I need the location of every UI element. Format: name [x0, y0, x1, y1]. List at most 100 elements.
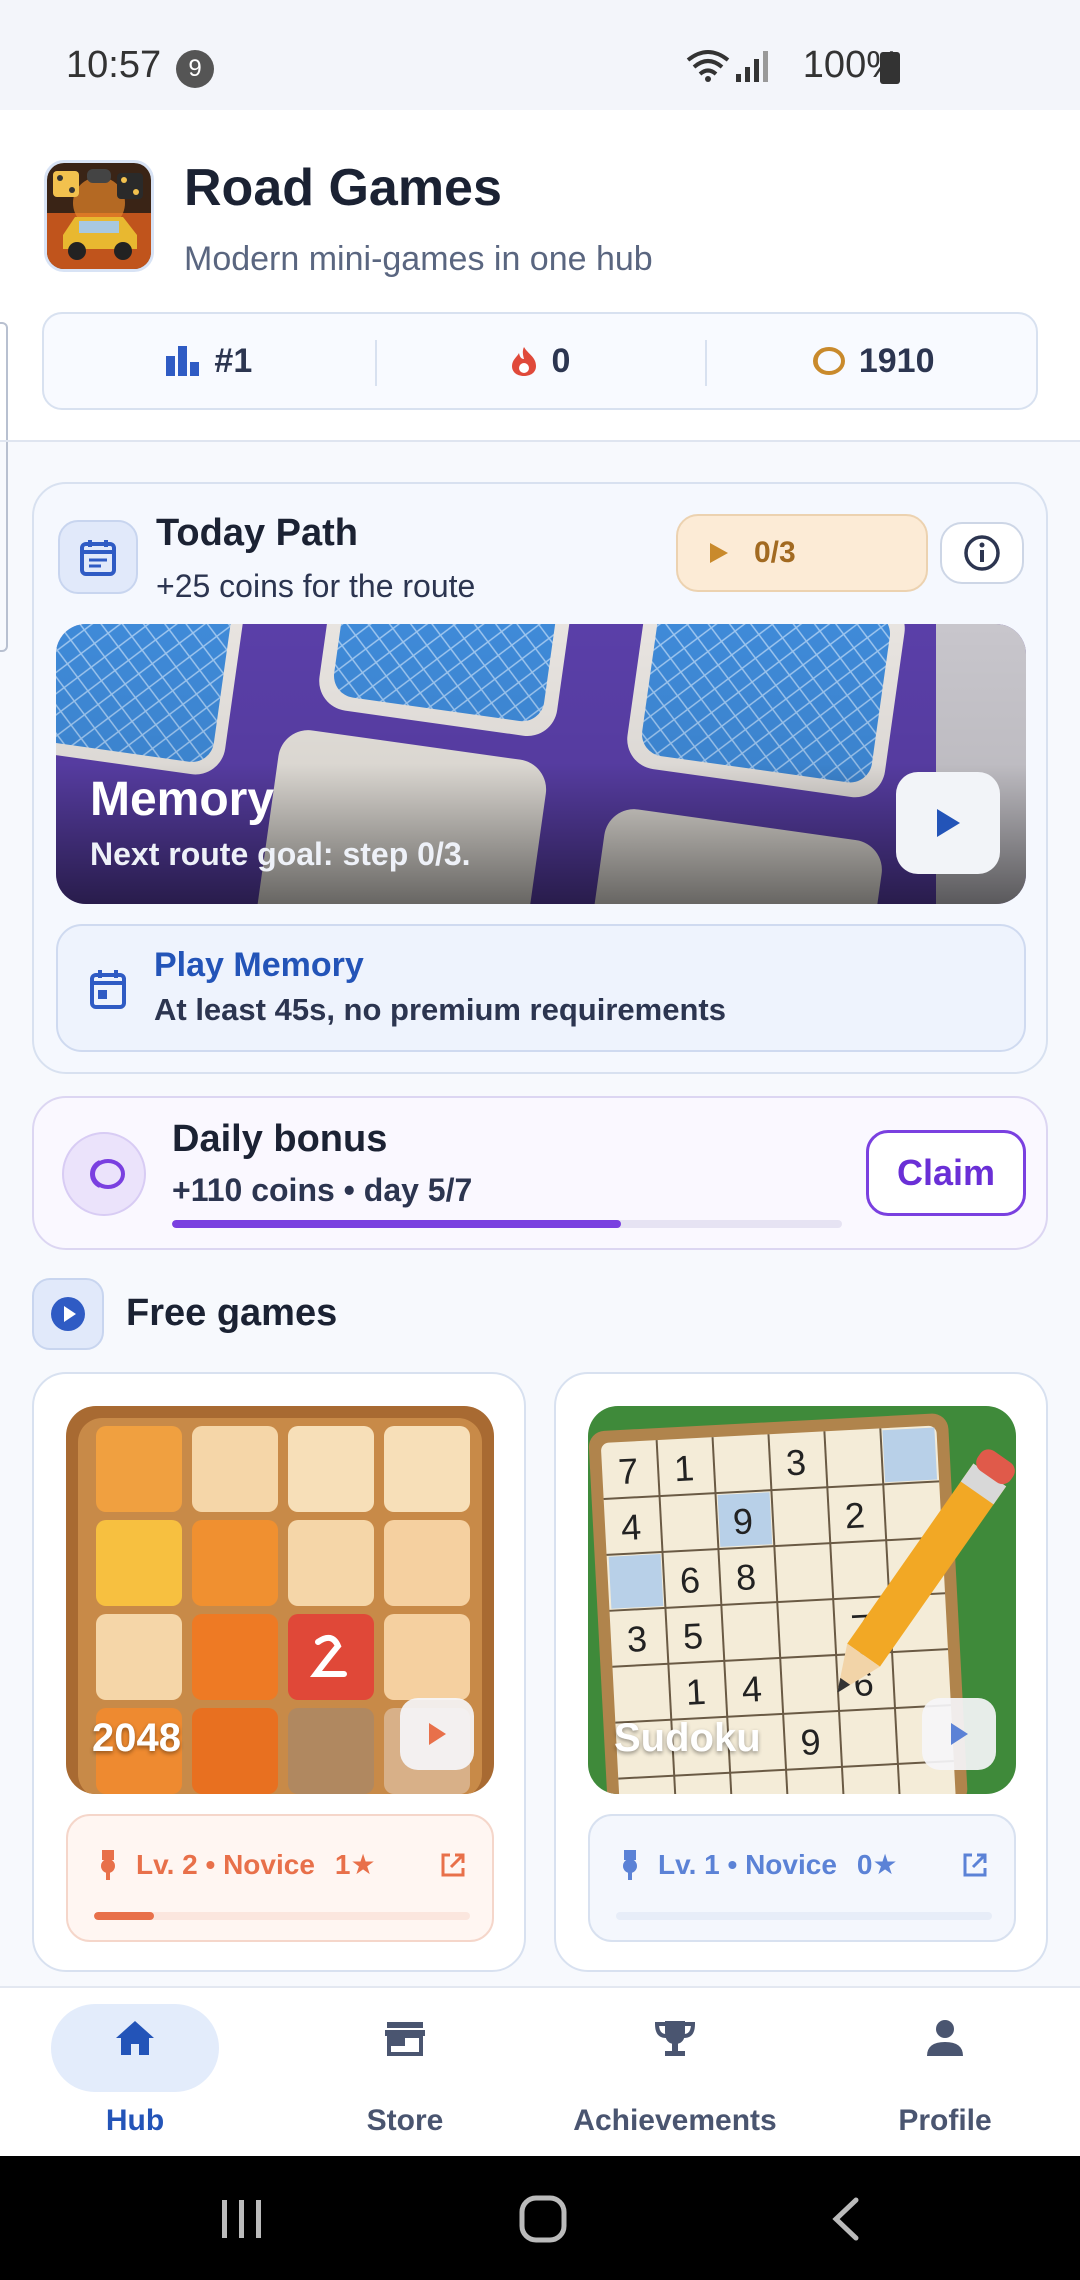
level-label-sudoku: Lv. 1 • Novice	[658, 1848, 837, 1880]
level-progress-fill-2048	[94, 1912, 155, 1920]
daily-bonus-card: Daily bonus +110 coins • day 5/7 Claim	[32, 1096, 1048, 1250]
route-progress-pill[interactable]: 0/3	[676, 514, 928, 592]
rank-stat[interactable]: #1	[44, 314, 375, 408]
route-task[interactable]: Play Memory At least 45s, no premium req…	[56, 924, 1026, 1052]
svg-text:9: 9	[732, 1500, 754, 1542]
level-box-2048: Lv. 2 • Novice 1★	[66, 1814, 494, 1942]
calendar-icon	[58, 520, 138, 594]
svg-text:6: 6	[679, 1559, 701, 1601]
play-icon	[710, 543, 728, 563]
back-icon[interactable]	[826, 2196, 866, 2242]
play-circle-icon	[32, 1278, 104, 1350]
nav-label-store: Store	[366, 2104, 444, 2137]
nav-label-hub: Hub	[105, 2104, 165, 2137]
daily-bonus-subtitle: +110 coins • day 5/7	[172, 1172, 473, 1208]
route-progress-value: 0/3	[754, 536, 796, 569]
play-icon	[937, 809, 960, 837]
streak-value: 0	[551, 341, 571, 380]
cell-signal-icon	[736, 51, 768, 82]
nav-item-hub[interactable]: Hub	[0, 1988, 270, 2156]
hero-play-button[interactable]	[896, 772, 1000, 874]
svg-text:3: 3	[626, 1618, 648, 1660]
free-games-label: Free games	[126, 1292, 338, 1334]
game-thumbnail-sudoku: 713 492 68 357 146 9 Sudoku	[588, 1406, 1016, 1794]
coin-icon	[62, 1132, 146, 1216]
task-title: Play Memory	[154, 946, 364, 984]
stars-count-sudoku: 0★	[856, 1849, 898, 1880]
svg-text:9: 9	[800, 1721, 822, 1763]
game-play-button-2048[interactable]	[400, 1698, 474, 1770]
svg-text:7: 7	[617, 1450, 639, 1492]
store-icon	[385, 2022, 425, 2056]
rank-value: #1	[214, 341, 253, 380]
medal-icon	[623, 1849, 637, 1880]
daily-bonus-progress	[172, 1220, 842, 1228]
nav-label-profile: Profile	[898, 2104, 992, 2137]
calendar-icon	[90, 970, 126, 1009]
svg-text:3: 3	[785, 1441, 807, 1483]
game-play-button-sudoku[interactable]	[922, 1698, 996, 1770]
daily-bonus-title: Daily bonus	[172, 1118, 388, 1160]
coins-value: 1910	[858, 341, 935, 380]
today-path-subtitle: +25 coins for the route	[156, 568, 476, 604]
play-icon	[951, 1723, 968, 1745]
stars-count-2048: 1★	[334, 1849, 376, 1880]
open-external-icon[interactable]	[960, 1850, 990, 1880]
streak-stat[interactable]: 0	[374, 314, 706, 408]
system-nav-bar	[0, 2156, 1080, 2280]
level-label-2048: Lv. 2 • Novice	[136, 1848, 315, 1880]
memory-hero-banner[interactable]: Memory Next route goal: step 0/3.	[56, 624, 1026, 904]
home-icon	[116, 2021, 154, 2055]
svg-text:2: 2	[844, 1494, 866, 1536]
header-divider	[0, 440, 1080, 442]
game-thumbnail-2048: 2048	[66, 1406, 494, 1794]
leaderboard-icon	[166, 346, 200, 376]
recent-apps-icon[interactable]	[218, 2198, 266, 2240]
home-button-icon[interactable]	[518, 2194, 568, 2244]
game-name-2048: 2048	[92, 1716, 181, 1760]
app-logo	[44, 160, 154, 272]
flame-icon	[511, 347, 536, 376]
nav-item-store[interactable]: Store	[270, 1988, 540, 2156]
info-icon	[964, 535, 1000, 571]
coins-stat[interactable]: 1910	[705, 314, 1036, 408]
svg-text:4: 4	[741, 1668, 763, 1710]
person-icon	[927, 2020, 963, 2056]
nav-item-profile[interactable]: Profile	[810, 1988, 1080, 2156]
status-time: 10:57	[66, 44, 162, 86]
drawer-handle[interactable]	[0, 322, 8, 652]
svg-text:1: 1	[685, 1671, 707, 1713]
play-icon	[429, 1723, 446, 1745]
medal-icon	[101, 1849, 115, 1880]
game-card-2048[interactable]: 2048 Lv. 2 • Novice 1★	[32, 1372, 526, 1972]
game-name-sudoku: Sudoku	[614, 1716, 761, 1760]
app-subtitle: Modern mini-games in one hub	[184, 240, 653, 278]
daily-bonus-progress-fill	[172, 1220, 621, 1228]
task-description: At least 45s, no premium requirements	[154, 992, 726, 1027]
svg-text:8: 8	[735, 1556, 757, 1598]
claim-button[interactable]: Claim	[866, 1130, 1026, 1216]
nav-label-achievements: Achievements	[573, 2104, 777, 2137]
notification-count-badge: 9	[176, 50, 214, 88]
stats-bar: #1 0 1910	[42, 312, 1038, 410]
today-path-card: Today Path +25 coins for the route 0/3 M…	[32, 482, 1048, 1074]
game-card-sudoku[interactable]: 713 492 68 357 146 9 Sudoku	[554, 1372, 1048, 1972]
svg-text:5: 5	[682, 1615, 704, 1657]
open-external-icon[interactable]	[438, 1850, 468, 1880]
hero-game-subtitle: Next route goal: step 0/3.	[90, 836, 471, 872]
level-progress-2048	[94, 1912, 470, 1920]
trophy-icon	[654, 2021, 696, 2056]
coin-icon	[812, 347, 845, 375]
svg-text:1: 1	[673, 1447, 695, 1489]
today-path-title: Today Path	[156, 512, 358, 554]
level-progress-sudoku	[616, 1912, 992, 1920]
bottom-nav: Hub Store Achievements Profile	[0, 1986, 1080, 2156]
status-bar: 10:57 9 100%	[0, 0, 1080, 110]
level-box-sudoku: Lv. 1 • Novice 0★	[588, 1814, 1016, 1942]
info-button[interactable]	[940, 522, 1024, 584]
battery-icon	[880, 52, 900, 84]
hero-game-title: Memory	[90, 773, 275, 826]
nav-item-achievements[interactable]: Achievements	[540, 1988, 810, 2156]
svg-text:4: 4	[620, 1506, 642, 1548]
app-title: Road Games	[184, 159, 502, 217]
